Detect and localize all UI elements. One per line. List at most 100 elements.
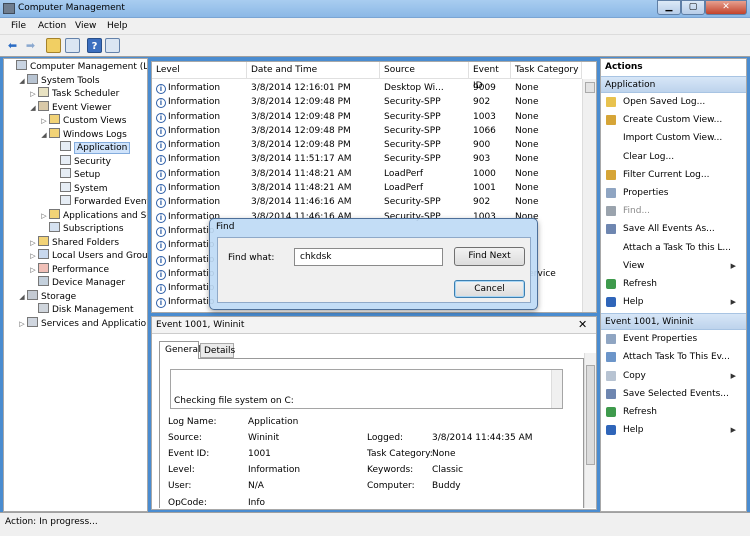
- show-hide-tree-icon[interactable]: [65, 38, 80, 53]
- find-next-button[interactable]: Find Next: [454, 247, 525, 266]
- tree-item-system-tools[interactable]: ◢ System Tools: [4, 73, 147, 89]
- event-message-box[interactable]: Checking file system on C:: [170, 369, 563, 409]
- tree-item-storage[interactable]: ◢ Storage: [4, 289, 147, 305]
- expand-arrow-icon[interactable]: ▷: [18, 318, 26, 332]
- action-help[interactable]: Help ▶: [601, 293, 746, 311]
- table-row[interactable]: i Information 3/8/2014 11:48:21 AM LoadPerf…: [152, 167, 582, 181]
- action-open-saved-log[interactable]: Open Saved Log...: [601, 93, 746, 111]
- tree-item-computer-management-local[interactable]: Computer Management (Local: [4, 60, 147, 74]
- minimize-button[interactable]: ▁: [657, 0, 681, 15]
- tree-item-device-manager[interactable]: Device Manager: [4, 276, 147, 290]
- level-cell: i Information: [156, 138, 244, 152]
- cell-level: Informatio: [168, 225, 215, 236]
- tree-item-subscriptions[interactable]: Subscriptions: [4, 222, 147, 236]
- tree-item-shared-folders[interactable]: ▷ Shared Folders: [4, 235, 147, 251]
- expand-arrow-icon[interactable]: ▷: [40, 115, 48, 129]
- collapse-arrow-icon[interactable]: ◢: [18, 75, 26, 89]
- action-copy[interactable]: Copy ▶: [601, 367, 746, 385]
- expand-arrow-icon[interactable]: ▷: [29, 264, 37, 278]
- action-filter-current-log[interactable]: Filter Current Log...: [601, 166, 746, 184]
- table-row[interactable]: i Information 3/8/2014 12:09:48 PM Security…: [152, 124, 582, 138]
- menu-file[interactable]: File: [11, 21, 26, 31]
- tree-item-event-viewer[interactable]: ◢ Event Viewer: [4, 100, 147, 116]
- table-row[interactable]: i Information 3/8/2014 12:09:48 PM Security…: [152, 110, 582, 124]
- column-header-event-id[interactable]: Event ID: [469, 62, 511, 91]
- up-folder-icon[interactable]: [46, 38, 61, 53]
- tree-item-label: Applications and Se: [63, 210, 148, 221]
- maximize-button[interactable]: ▢: [681, 0, 705, 15]
- action-save-selected-events[interactable]: Save Selected Events...: [601, 385, 746, 403]
- tree-item-applications-and-se[interactable]: ▷ Applications and Se: [4, 208, 148, 224]
- action-label: Refresh: [623, 407, 657, 417]
- expand-arrow-icon[interactable]: ▷: [29, 250, 37, 264]
- tree-item-system[interactable]: System: [4, 181, 147, 196]
- tab-details[interactable]: Details: [200, 343, 235, 358]
- details-scrollbar-thumb[interactable]: [586, 365, 595, 465]
- tree-item-local-users-and-groups[interactable]: ▷ Local Users and Groups: [4, 249, 147, 263]
- action-help[interactable]: Help ▶: [601, 421, 746, 439]
- tree-item-custom-views[interactable]: ▷ Custom Views: [4, 114, 147, 128]
- actions-section-event[interactable]: Event 1001, Wininit: [601, 313, 746, 331]
- action-properties[interactable]: Properties: [601, 184, 746, 202]
- tree-item-services-and-applications[interactable]: ▷ Services and Applications: [4, 316, 147, 332]
- collapse-arrow-icon[interactable]: ◢: [40, 129, 48, 143]
- level-cell: i Information: [156, 81, 244, 95]
- close-button[interactable]: ✕: [705, 0, 747, 15]
- expand-arrow-icon[interactable]: ▷: [29, 88, 37, 102]
- details-scrollbar[interactable]: [584, 353, 596, 508]
- action-refresh[interactable]: Refresh: [601, 275, 746, 293]
- table-row[interactable]: i Information 3/8/2014 12:16:01 PM Desktop …: [152, 81, 582, 95]
- actions-pane: Actions Application Open Saved Log... Cre…: [600, 58, 747, 512]
- column-header-date-time[interactable]: Date and Time: [247, 62, 380, 78]
- menu-action[interactable]: Action: [38, 21, 66, 31]
- folder-icon: [49, 127, 60, 138]
- back-icon[interactable]: ⬅: [5, 38, 20, 53]
- menu-help[interactable]: Help: [107, 21, 128, 31]
- expand-arrow-icon[interactable]: ▷: [29, 237, 37, 251]
- find-what-input[interactable]: chkdsk: [294, 248, 443, 266]
- column-header-source[interactable]: Source: [380, 62, 469, 78]
- collapse-arrow-icon[interactable]: ◢: [29, 102, 37, 116]
- column-header-level[interactable]: Level: [152, 62, 247, 78]
- tree-item-disk-management[interactable]: Disk Management: [4, 303, 147, 317]
- tree-item-label: Application: [74, 142, 131, 154]
- tree-item-setup[interactable]: Setup: [4, 168, 147, 182]
- message-scrollbar[interactable]: [551, 370, 562, 408]
- action-refresh[interactable]: Refresh: [601, 403, 746, 421]
- action-clear-log[interactable]: Clear Log...: [601, 148, 746, 166]
- tree-item-security[interactable]: Security: [4, 154, 147, 169]
- tab-general[interactable]: General: [159, 341, 200, 359]
- event-list-scrollbar[interactable]: [582, 79, 596, 312]
- submenu-arrow-icon: ▶: [730, 371, 736, 380]
- table-row[interactable]: i Information 3/8/2014 11:51:17 AM Security…: [152, 152, 582, 166]
- scrollbar-thumb[interactable]: [585, 82, 595, 93]
- close-details-icon[interactable]: ✕: [578, 318, 587, 331]
- table-row[interactable]: i Information 3/8/2014 11:46:16 AM Security…: [152, 195, 582, 209]
- table-row[interactable]: i Information 3/8/2014 12:09:48 PM Security…: [152, 95, 582, 109]
- action-import-custom-view[interactable]: Import Custom View...: [601, 129, 746, 147]
- tree-item-application[interactable]: Application: [4, 141, 147, 155]
- column-header-task-category[interactable]: Task Category: [511, 62, 582, 78]
- help-icon[interactable]: ?: [87, 38, 102, 53]
- properties-icon[interactable]: [105, 38, 120, 53]
- tree-item-forwarded-event[interactable]: Forwarded Event: [4, 195, 147, 209]
- forward-icon[interactable]: ➡: [23, 38, 38, 53]
- collapse-arrow-icon[interactable]: ◢: [18, 291, 26, 305]
- menu-view[interactable]: View: [75, 21, 96, 31]
- menu-bar: File Action View Help: [0, 18, 750, 35]
- tree-item-task-scheduler[interactable]: ▷ Task Scheduler: [4, 87, 147, 101]
- tree-item-performance[interactable]: ▷ Performance: [4, 262, 147, 278]
- action-save-all-events-as[interactable]: Save All Events As...: [601, 220, 746, 238]
- cancel-button[interactable]: Cancel: [454, 280, 525, 298]
- action-attach-a-task-to-this-l[interactable]: Attach a Task To this L...: [601, 239, 746, 257]
- action-create-custom-view[interactable]: Create Custom View...: [601, 111, 746, 129]
- action-attach-task-to-this-ev[interactable]: Attach Task To This Ev...: [601, 348, 746, 366]
- table-row[interactable]: i Information 3/8/2014 12:09:48 PM Security…: [152, 138, 582, 152]
- action-view[interactable]: View ▶: [601, 257, 746, 275]
- action-event-properties[interactable]: Event Properties: [601, 330, 746, 348]
- actions-section-application[interactable]: Application: [601, 76, 746, 93]
- expand-arrow-icon[interactable]: ▷: [40, 210, 48, 224]
- tree-item-windows-logs[interactable]: ◢ Windows Logs: [4, 127, 147, 143]
- services-icon: [27, 316, 38, 327]
- table-row[interactable]: i Information 3/8/2014 11:48:21 AM LoadPerf…: [152, 181, 582, 195]
